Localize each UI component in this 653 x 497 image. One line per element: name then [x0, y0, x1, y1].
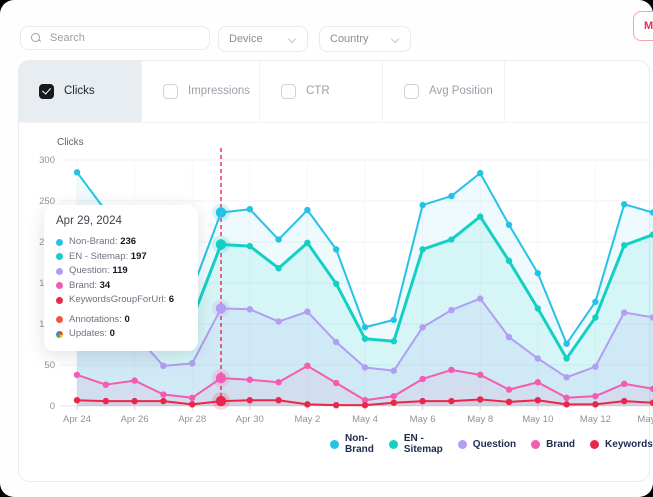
country-dropdown-label: Country — [330, 33, 369, 45]
more-button[interactable]: M — [633, 11, 653, 41]
metric-tabs: Clicks Impressions CTR Avg Position — [18, 60, 650, 123]
updates-multicolor-icon — [56, 331, 63, 338]
checkbox-checked-icon[interactable] — [39, 84, 54, 99]
tooltip-row-text: KeywordsGroupForUrl: 6 — [69, 293, 174, 308]
more-button-label: M — [644, 20, 653, 32]
tooltip-row: EN - Sitemap: 197 — [56, 250, 186, 265]
series-dot-icon — [56, 239, 63, 246]
search-icon — [31, 33, 41, 43]
search-box[interactable] — [20, 26, 210, 50]
tooltip-row: Question: 119 — [56, 264, 186, 279]
tooltip-row-text: Annotations: 0 — [69, 313, 130, 328]
svg-text:May 10: May 10 — [522, 414, 553, 425]
legend-dot-icon — [389, 440, 398, 449]
series-dot-icon — [56, 282, 63, 289]
device-dropdown[interactable]: Device — [218, 26, 308, 52]
svg-text:May 4: May 4 — [352, 414, 378, 425]
tooltip-series-rows: Non-Brand: 236EN - Sitemap: 197Question:… — [56, 235, 186, 308]
legend-dot-icon — [531, 440, 540, 449]
svg-text:May 14: May 14 — [637, 414, 653, 425]
svg-text:300: 300 — [39, 155, 55, 166]
legend-item[interactable]: Question — [458, 439, 516, 450]
legend-label: EN - Sitemap — [404, 433, 443, 455]
legend-label: KeywordsGroupForUrl — [605, 439, 653, 450]
checkbox-unchecked-icon[interactable] — [163, 84, 178, 99]
tooltip-row: Annotations: 0 — [56, 313, 186, 328]
legend-item[interactable]: Brand — [531, 439, 575, 450]
svg-text:Apr 24: Apr 24 — [63, 414, 91, 425]
tooltip-row: Non-Brand: 236 — [56, 235, 186, 250]
tooltip-date: Apr 29, 2024 — [56, 215, 186, 227]
tab-impressions[interactable]: Impressions — [142, 60, 260, 122]
tooltip-row: Brand: 34 — [56, 279, 186, 294]
tooltip-row: KeywordsGroupForUrl: 6 — [56, 293, 186, 308]
tabs-spacer — [505, 60, 650, 122]
tooltip-row: Updates: 0 — [56, 327, 186, 342]
series-dot-icon — [56, 253, 63, 260]
legend-label: Brand — [546, 439, 575, 450]
search-input[interactable] — [48, 31, 199, 45]
legend-dot-icon — [590, 440, 599, 449]
svg-text:Apr 30: Apr 30 — [236, 414, 264, 425]
tooltip-row-text: Brand: 34 — [69, 279, 110, 294]
tooltip-extra-rows: Annotations: 0Updates: 0 — [56, 313, 186, 342]
tab-label: Clicks — [64, 85, 95, 97]
series-dot-icon — [56, 297, 63, 304]
svg-text:May 2: May 2 — [294, 414, 320, 425]
svg-text:50: 50 — [44, 360, 55, 371]
svg-text:0: 0 — [50, 401, 55, 412]
svg-text:May 8: May 8 — [467, 414, 493, 425]
checkbox-unchecked-icon[interactable] — [281, 84, 296, 99]
legend-item[interactable]: EN - Sitemap — [389, 433, 443, 455]
chart-legend: Non-Brand EN - Sitemap Question Brand Keywor… — [330, 433, 653, 455]
device-dropdown-label: Device — [229, 33, 263, 45]
legend-item[interactable]: Non-Brand — [330, 433, 374, 455]
tab-label: Impressions — [188, 85, 250, 97]
tooltip-row-text: Updates: 0 — [69, 327, 115, 342]
tooltip-row-text: Question: 119 — [69, 264, 128, 279]
country-dropdown[interactable]: Country — [319, 26, 411, 52]
chart-tooltip: Apr 29, 2024 Non-Brand: 236EN - Sitemap:… — [44, 205, 198, 351]
series-dot-icon — [56, 316, 63, 323]
tab-ctr[interactable]: CTR — [260, 60, 383, 122]
svg-text:Apr 26: Apr 26 — [121, 414, 149, 425]
svg-text:May 12: May 12 — [580, 414, 611, 425]
series-dot-icon — [56, 268, 63, 275]
svg-text:Apr 28: Apr 28 — [178, 414, 206, 425]
legend-item[interactable]: KeywordsGroupForUrl — [590, 439, 653, 450]
legend-dot-icon — [330, 440, 339, 449]
chevron-down-icon — [289, 35, 297, 43]
dashboard-screen: Device Country M Clicks Impressions CTR … — [0, 0, 653, 497]
tab-label: Avg Position — [429, 85, 493, 97]
legend-label: Non-Brand — [345, 433, 374, 455]
checkbox-unchecked-icon[interactable] — [404, 84, 419, 99]
legend-label: Question — [473, 439, 516, 450]
tooltip-row-text: Non-Brand: 236 — [69, 235, 136, 250]
tab-avg-position[interactable]: Avg Position — [383, 60, 505, 122]
tab-label: CTR — [306, 85, 330, 97]
svg-text:May 6: May 6 — [410, 414, 436, 425]
legend-dot-icon — [458, 440, 467, 449]
tab-clicks[interactable]: Clicks — [18, 60, 142, 122]
tooltip-row-text: EN - Sitemap: 197 — [69, 250, 147, 265]
chevron-down-icon — [392, 35, 400, 43]
